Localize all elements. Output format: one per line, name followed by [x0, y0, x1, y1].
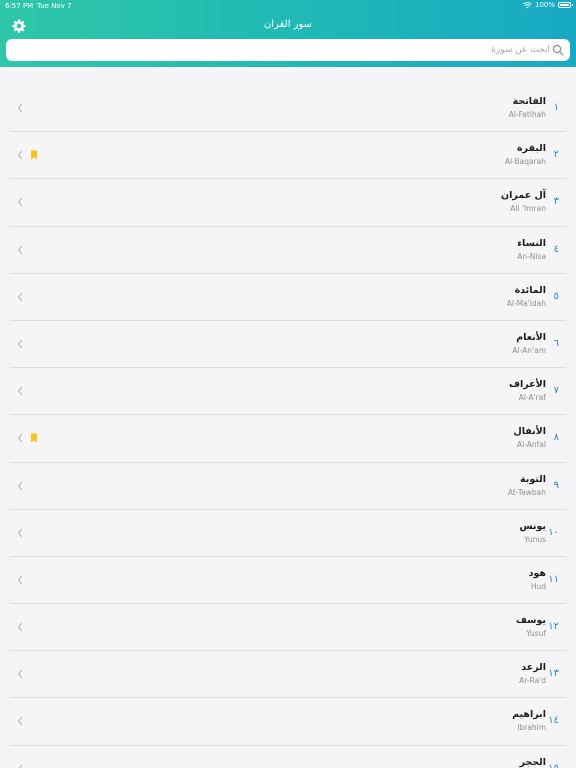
surah-name: ابراهيم — [512, 709, 546, 721]
list-item[interactable]: يوسف Yusuf ١٢ — [0, 604, 576, 652]
chevron-left-icon — [17, 198, 23, 207]
list-item[interactable]: الأنعام Al-An'am ٦ — [0, 321, 576, 369]
surah-transliteration: At-Tawbah — [507, 487, 546, 497]
chevron-left-icon — [18, 764, 23, 768]
surah-name: النساء — [517, 237, 546, 249]
surah-transliteration: Yunus — [524, 534, 546, 544]
surah-transliteration: Al-Anfal — [517, 440, 546, 450]
surah-number: ٦ — [553, 337, 559, 349]
list-item[interactable]: الأنفال Al-Anfal ٨ — [0, 415, 576, 463]
list-item[interactable]: الحجرAl-Hijr١٥ — [0, 746, 576, 768]
surah-number: ١٤ — [548, 715, 559, 727]
chevron-left-icon — [17, 103, 23, 113]
surah-name: الحجر — [519, 756, 546, 768]
chevron-left-icon — [17, 717, 23, 726]
chevron-left-icon — [17, 622, 23, 632]
surah-name: الأنعام — [516, 331, 546, 343]
surah-number: ٢ — [553, 149, 559, 161]
surah-transliteration: Yusuf — [526, 629, 546, 639]
surah-transliteration: Al-Fatihah — [508, 110, 546, 119]
list-item[interactable]: هود Hud ١١ — [0, 557, 576, 605]
surah-name: البقرة — [516, 143, 546, 155]
surah-name: يوسف — [515, 615, 546, 627]
surah-name: المائدة — [514, 284, 546, 296]
surah-number: ٤ — [553, 243, 559, 255]
chevron-left-icon — [17, 151, 23, 160]
wifi-icon — [523, 1, 532, 8]
list-item[interactable]: النساء An-Nisa ٤ — [0, 227, 576, 274]
chevron-left-icon — [17, 528, 23, 537]
search-bar[interactable] — [6, 39, 570, 61]
chevron-left-icon — [17, 434, 23, 443]
surah-number: ٣ — [553, 196, 559, 208]
list-item[interactable]: المائدة Al-Ma'idah ٥ — [0, 274, 576, 322]
status-date: Tue Nov 7 — [37, 2, 72, 10]
chevron-left-icon — [17, 292, 23, 301]
surah-number: ١ — [553, 102, 559, 113]
battery-icon — [558, 2, 573, 8]
list-item[interactable]: ابراهيم Ibrahim ١٤ — [0, 698, 576, 746]
list-item[interactable]: الفاتحة Al-Fatihah ١ — [0, 85, 576, 133]
surah-name: آل عمران — [501, 190, 546, 202]
surah-name: هود — [528, 567, 546, 579]
surah-name: الأنفال — [513, 426, 546, 438]
surah-transliteration: Al-Baqarah — [504, 157, 546, 167]
surah-number: ٨ — [553, 432, 559, 444]
list-item[interactable]: الأعراف Al-A'raf ٧ — [0, 368, 576, 416]
surah-number: ١٥ — [548, 763, 559, 768]
surah-number: ٧ — [553, 385, 559, 397]
bookmark-icon[interactable] — [30, 150, 38, 160]
chevron-left-icon — [17, 387, 23, 396]
chevron-left-icon — [17, 339, 23, 349]
battery-percent: 100% — [534, 1, 555, 9]
status-time: 6:57 PM — [5, 2, 34, 10]
surah-number: ١٠ — [548, 526, 559, 538]
surah-transliteration: An-Nisa — [517, 251, 546, 261]
surah-name: الفاتحة — [512, 96, 546, 107]
surah-transliteration: Al-Ma'idah — [506, 298, 546, 308]
surah-list: الفاتحة Al-Fatihah ١ البقرة Al-Baqarah ٢ آل عم… — [0, 85, 576, 768]
surah-transliteration: Ibrahim — [517, 723, 546, 733]
surah-transliteration: Al-An'am — [512, 345, 546, 355]
surah-name: الرعد — [521, 662, 546, 674]
surah-number: ١٣ — [548, 668, 559, 680]
chevron-left-icon — [17, 575, 23, 584]
surah-name: يونس — [519, 520, 546, 532]
list-item[interactable]: الرعد Ar-Ra'd ١٣ — [0, 651, 576, 699]
bookmark-icon[interactable] — [30, 433, 38, 443]
surah-transliteration: Ali 'Imran — [510, 204, 546, 214]
surah-transliteration: Hud — [530, 581, 546, 591]
chevron-left-icon — [17, 245, 23, 254]
list-item[interactable]: آل عمران Ali 'Imran ٣ — [0, 179, 576, 227]
search-input[interactable] — [12, 42, 550, 58]
surah-name: التوبة — [520, 473, 546, 485]
search-icon — [552, 44, 564, 56]
surah-name: الأعراف — [508, 379, 546, 391]
surah-transliteration: Ar-Ra'd — [519, 676, 546, 686]
surah-transliteration: Al-A'raf — [518, 393, 546, 403]
status-right: 100% — [523, 1, 573, 9]
page-title: سور القران — [263, 19, 313, 30]
status-bar: 6:57 PM Tue Nov 7 100% — [0, 0, 576, 12]
surah-number: ١١ — [548, 573, 559, 585]
list-item[interactable]: يونس Yunus ١٠ — [0, 510, 576, 558]
chevron-left-icon — [17, 481, 23, 490]
list-item[interactable]: البقرة Al-Baqarah ٢ — [0, 132, 576, 180]
chevron-left-icon — [17, 670, 23, 679]
list-item[interactable]: التوبة At-Tawbah ٩ — [0, 463, 576, 510]
surah-number: ٥ — [553, 290, 559, 302]
surah-number: ١٢ — [548, 621, 559, 633]
header: 6:57 PM Tue Nov 7 100% سور القران — [0, 0, 576, 67]
surah-number: ٩ — [553, 479, 559, 491]
